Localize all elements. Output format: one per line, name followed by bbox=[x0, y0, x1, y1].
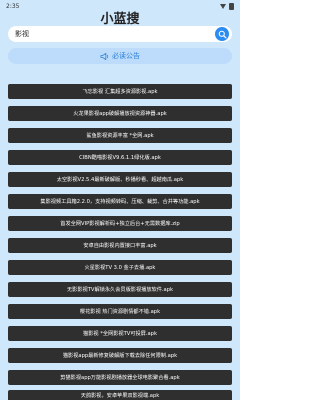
result-item[interactable]: 猫影视 *全网影视TV可投屏.apk bbox=[8, 326, 232, 341]
result-item-label: 集影视频工具箱2.2.0，支持视频转码、压缩、裁剪、合并等功能.apk bbox=[40, 199, 200, 205]
notice-label: 必读公告 bbox=[112, 52, 140, 60]
result-item-label: 太空影视V2.5.4最新破解版、秒播秒看、超越南瓜.apk bbox=[56, 177, 184, 183]
result-item-label: 鲨鱼影视资源丰富 *全网.apk bbox=[86, 133, 154, 139]
app-title: 小蓝搜 bbox=[100, 12, 140, 27]
result-item-label: 剪猫影视app万能影视剧播放器全球电影聚合看.apk bbox=[60, 375, 180, 381]
result-item-label: 猫影视app最新修复破解版下载去除任何限制.apk bbox=[62, 353, 178, 359]
result-item-label: 火龙果影视app破解播放视资源神器.apk bbox=[73, 111, 167, 117]
result-item-label: 猫影视 *全网影视TV可投屏.apk bbox=[83, 331, 157, 337]
result-item[interactable]: 太空影视V2.5.4最新破解版、秒播秒看、超越南瓜.apk bbox=[8, 172, 232, 187]
result-item[interactable]: 集影视频工具箱2.2.0，支持视频转码、压缩、裁剪、合并等功能.apk bbox=[8, 194, 232, 209]
result-item[interactable]: 猫影视app最新修复破解版下载去除任何限制.apk bbox=[8, 348, 232, 363]
result-item-label: 首发全网VIP影视解析码+独立后台+无需数据库.zip bbox=[60, 221, 180, 227]
result-item-label: 无影影视TV解锁永久会员版影视播放软件.apk bbox=[66, 287, 174, 293]
app-screen: 2:35 小蓝搜 影视 必读公告 飞忘影视 汇集超多资源影视.apk 火龙果影视… bbox=[0, 0, 240, 400]
search-bar: 影视 bbox=[8, 26, 232, 42]
result-item-label: 樱花影视 热门资源剧情都不错.apk bbox=[79, 309, 161, 315]
result-item-label: 飞忘影视 汇集超多资源影视.apk bbox=[82, 89, 158, 95]
result-item[interactable]: CIBN酷喵影视V9.6.1.1绿化版.apk bbox=[8, 150, 232, 165]
result-item[interactable]: 首发全网VIP影视解析码+独立后台+无需数据库.zip bbox=[8, 216, 232, 231]
search-icon bbox=[218, 30, 227, 39]
result-item[interactable]: 火星影视TV 3.0 金子去播.apk bbox=[8, 260, 232, 275]
search-input[interactable]: 影视 bbox=[15, 29, 215, 39]
result-item-label: 安卓自由影视内置接口丰富.apk bbox=[83, 243, 157, 249]
result-item[interactable]: 安卓自由影视内置接口丰富.apk bbox=[8, 238, 232, 253]
result-item-label: CIBN酷喵影视V9.6.1.1绿化版.apk bbox=[79, 155, 161, 161]
result-item[interactable]: 剪猫影视app万能影视剧播放器全球电影聚合看.apk bbox=[8, 370, 232, 385]
result-item-label: 火星影视TV 3.0 金子去播.apk bbox=[84, 265, 156, 271]
search-button[interactable] bbox=[215, 27, 229, 41]
result-item[interactable]: 火龙果影视app破解播放视资源神器.apk bbox=[8, 106, 232, 121]
notice-button[interactable]: 必读公告 bbox=[8, 48, 232, 64]
result-item[interactable]: 鲨鱼影视资源丰富 *全网.apk bbox=[8, 128, 232, 143]
result-item-label: 天鸽影视，安卓苹果双影视端.apk bbox=[80, 392, 160, 399]
result-item[interactable]: 飞忘影视 汇集超多资源影视.apk bbox=[8, 84, 232, 99]
result-item[interactable]: 樱花影视 热门资源剧情都不错.apk bbox=[8, 304, 232, 319]
result-item[interactable]: 天鸽影视，安卓苹果双影视端.apk bbox=[8, 390, 232, 400]
result-item[interactable]: 无影影视TV解锁永久会员版影视播放软件.apk bbox=[8, 282, 232, 297]
megaphone-icon bbox=[100, 52, 109, 60]
